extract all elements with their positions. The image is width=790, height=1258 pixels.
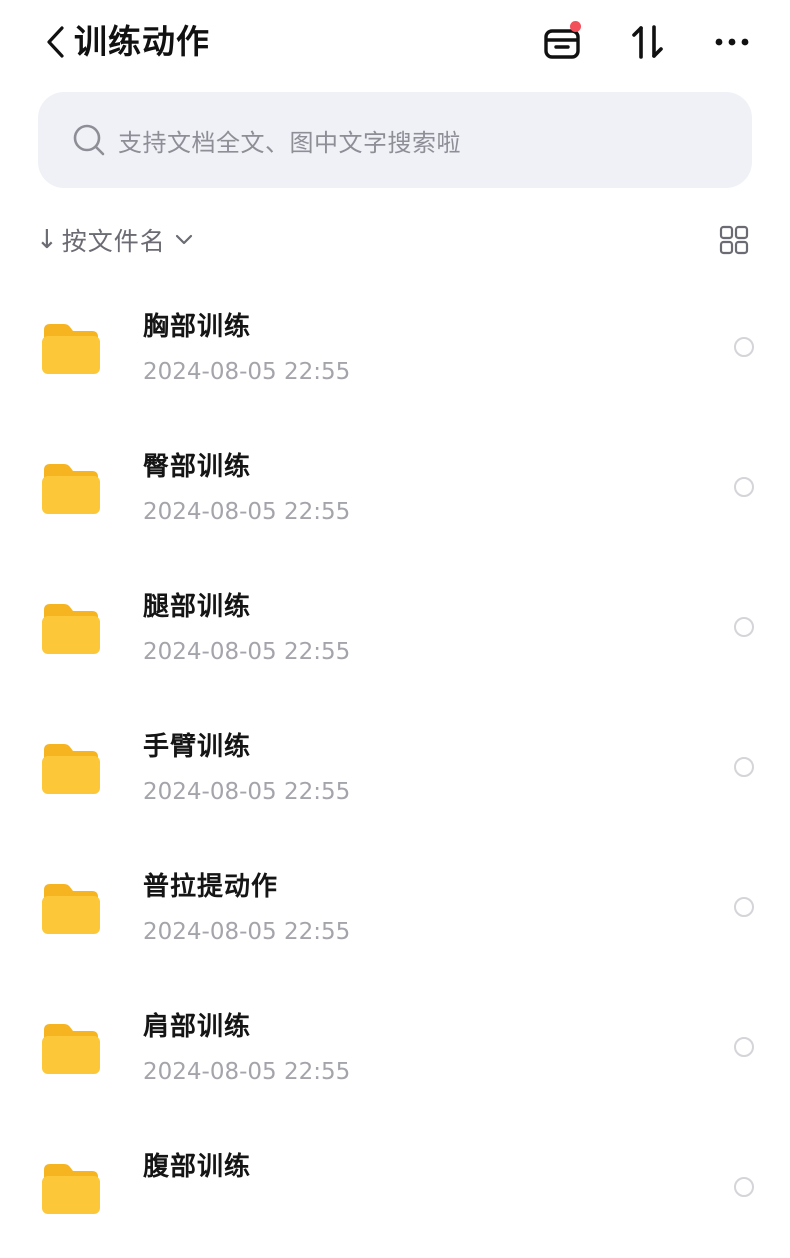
search-placeholder: 支持文档全文、图中文字搜索啦 [118, 128, 461, 157]
folder-icon [42, 744, 100, 794]
sort-label: 按文件名 [61, 227, 166, 256]
folder-name: 手臂训练 [143, 732, 252, 762]
top-bar: 训练动作 [0, 0, 790, 86]
sort-arrows-icon [632, 25, 663, 59]
more-options-button[interactable] [708, 18, 756, 66]
file-list: 胸部训练 2024-08-05 22:55 臀部训练 2024-08-05 22… [0, 278, 790, 1258]
grid-view-toggle[interactable] [714, 220, 754, 260]
select-checkbox[interactable] [734, 617, 754, 637]
folder-row[interactable]: 腿部训练 2024-08-05 22:55 [0, 558, 790, 698]
sort-selector[interactable]: ↓ 按文件名 [36, 218, 194, 262]
folder-name: 胸部训练 [143, 312, 252, 342]
back-button[interactable] [40, 22, 70, 62]
sort-direction-arrow: ↓ [36, 225, 58, 255]
folder-name: 肩部训练 [143, 1012, 252, 1042]
folder-icon [42, 884, 100, 934]
grid-view-icon [719, 225, 749, 255]
folder-row[interactable]: 臀部训练 2024-08-05 22:55 [0, 418, 790, 558]
folder-name: 臀部训练 [143, 452, 252, 482]
folder-date: 2024-08-05 22:55 [143, 359, 351, 385]
folder-date: 2024-08-05 22:55 [143, 779, 351, 805]
chevron-down-icon [174, 233, 194, 247]
folder-icon [42, 464, 100, 514]
folder-icon [42, 1164, 100, 1214]
folder-date: 2024-08-05 22:55 [143, 919, 351, 945]
chevron-left-icon [47, 26, 64, 58]
select-checkbox[interactable] [734, 757, 754, 777]
folder-date: 2024-08-05 22:55 [143, 499, 351, 525]
notification-dot [570, 21, 581, 32]
inbox-button[interactable] [538, 18, 586, 66]
folder-row[interactable]: 普拉提动作 2024-08-05 22:55 [0, 838, 790, 978]
folder-name: 腹部训练 [143, 1152, 252, 1182]
folder-icon [42, 324, 100, 374]
folder-date: 2024-08-05 22:55 [143, 1059, 351, 1085]
select-checkbox[interactable] [734, 337, 754, 357]
folder-icon [42, 1024, 100, 1074]
select-checkbox[interactable] [734, 897, 754, 917]
page-title: 训练动作 [74, 22, 210, 61]
select-checkbox[interactable] [734, 1037, 754, 1057]
select-checkbox[interactable] [734, 1177, 754, 1197]
select-checkbox[interactable] [734, 477, 754, 497]
sort-order-button[interactable] [624, 18, 672, 66]
folder-name: 普拉提动作 [143, 872, 279, 902]
search-icon [70, 121, 108, 159]
folder-date: 2024-08-05 22:55 [143, 639, 351, 665]
folder-row[interactable]: 胸部训练 2024-08-05 22:55 [0, 278, 790, 418]
folder-icon [42, 604, 100, 654]
folder-row[interactable]: 肩部训练 2024-08-05 22:55 [0, 978, 790, 1118]
folder-row[interactable]: 腹部训练 [0, 1118, 790, 1258]
folder-row[interactable]: 手臂训练 2024-08-05 22:55 [0, 698, 790, 838]
folder-name: 腿部训练 [143, 592, 252, 622]
search-bar[interactable]: 支持文档全文、图中文字搜索啦 [38, 92, 752, 188]
more-dots-icon [715, 38, 749, 46]
